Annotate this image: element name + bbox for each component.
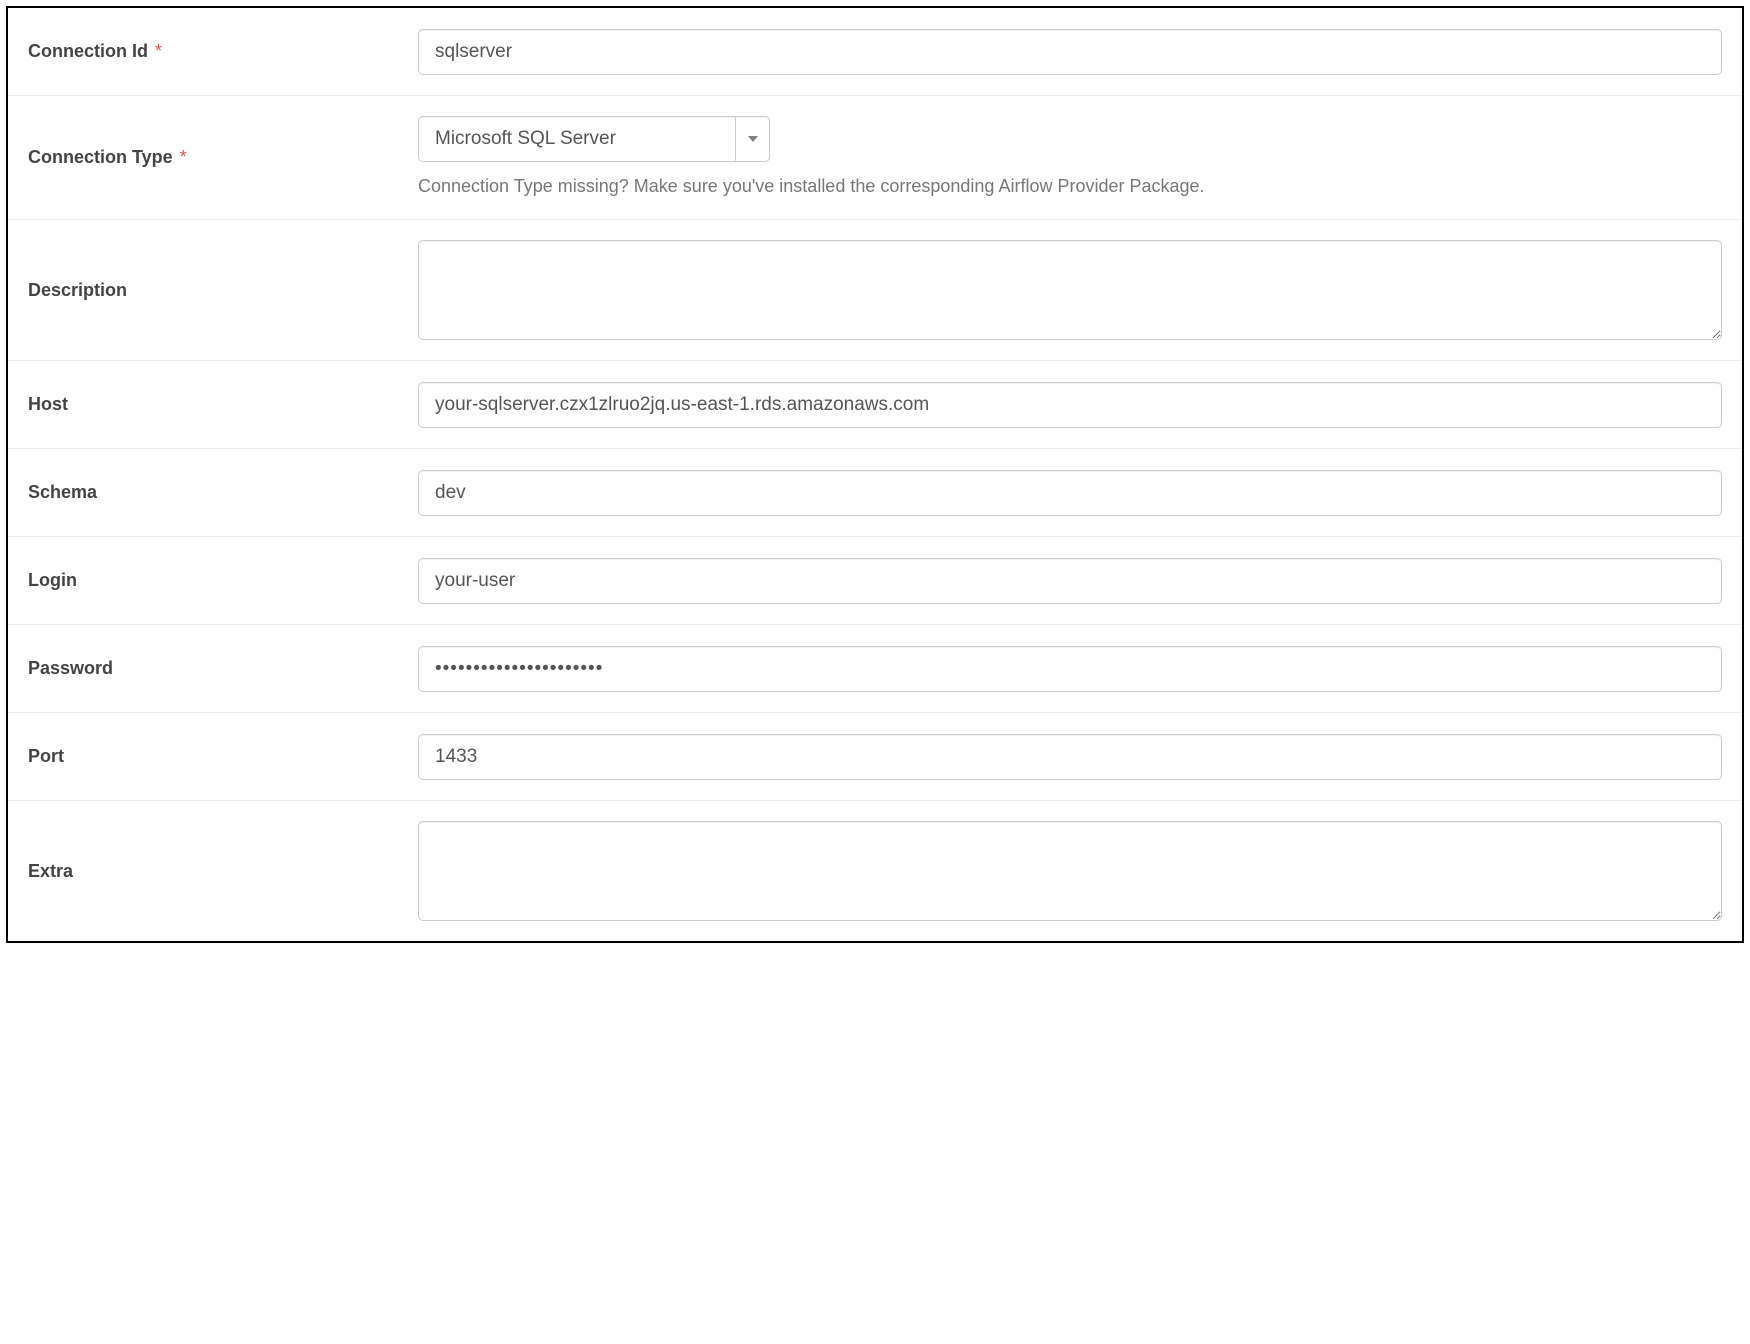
- label-text: Password: [28, 658, 113, 678]
- chevron-down-icon: [748, 136, 758, 142]
- description-input[interactable]: [418, 240, 1722, 340]
- label-connection-id: Connection Id *: [28, 41, 418, 62]
- extra-input[interactable]: [418, 821, 1722, 921]
- row-host: Host: [8, 361, 1742, 449]
- row-login: Login: [8, 537, 1742, 625]
- field-connection-id: [418, 29, 1722, 75]
- connection-type-help-text: Connection Type missing? Make sure you'v…: [418, 174, 1722, 199]
- field-description: [418, 240, 1722, 340]
- label-description: Description: [28, 280, 418, 301]
- label-text: Description: [28, 280, 127, 300]
- connection-type-select[interactable]: Microsoft SQL Server: [418, 116, 770, 162]
- select-arrow-box: [735, 117, 769, 161]
- connection-form: Connection Id * Connection Type * Micros…: [6, 6, 1744, 943]
- row-schema: Schema: [8, 449, 1742, 537]
- required-star-icon: *: [180, 147, 187, 167]
- label-schema: Schema: [28, 482, 418, 503]
- field-port: [418, 734, 1722, 780]
- field-password: [418, 646, 1722, 692]
- label-text: Connection Id: [28, 41, 148, 61]
- label-text: Port: [28, 746, 64, 766]
- field-extra: [418, 821, 1722, 921]
- label-login: Login: [28, 570, 418, 591]
- row-connection-type: Connection Type * Microsoft SQL Server C…: [8, 96, 1742, 220]
- label-connection-type: Connection Type *: [28, 147, 418, 168]
- row-password: Password: [8, 625, 1742, 713]
- connection-id-input[interactable]: [418, 29, 1722, 75]
- select-value: Microsoft SQL Server: [435, 128, 735, 150]
- field-schema: [418, 470, 1722, 516]
- label-text: Extra: [28, 861, 73, 881]
- required-star-icon: *: [155, 41, 162, 61]
- login-input[interactable]: [418, 558, 1722, 604]
- field-login: [418, 558, 1722, 604]
- field-host: [418, 382, 1722, 428]
- row-extra: Extra: [8, 801, 1742, 941]
- host-input[interactable]: [418, 382, 1722, 428]
- label-text: Connection Type: [28, 147, 173, 167]
- label-port: Port: [28, 746, 418, 767]
- row-port: Port: [8, 713, 1742, 801]
- label-password: Password: [28, 658, 418, 679]
- schema-input[interactable]: [418, 470, 1722, 516]
- row-connection-id: Connection Id *: [8, 8, 1742, 96]
- port-input[interactable]: [418, 734, 1722, 780]
- field-connection-type: Microsoft SQL Server Connection Type mis…: [418, 116, 1722, 199]
- row-description: Description: [8, 220, 1742, 361]
- label-text: Schema: [28, 482, 97, 502]
- label-text: Host: [28, 394, 68, 414]
- label-host: Host: [28, 394, 418, 415]
- password-input[interactable]: [418, 646, 1722, 692]
- label-text: Login: [28, 570, 77, 590]
- label-extra: Extra: [28, 861, 418, 882]
